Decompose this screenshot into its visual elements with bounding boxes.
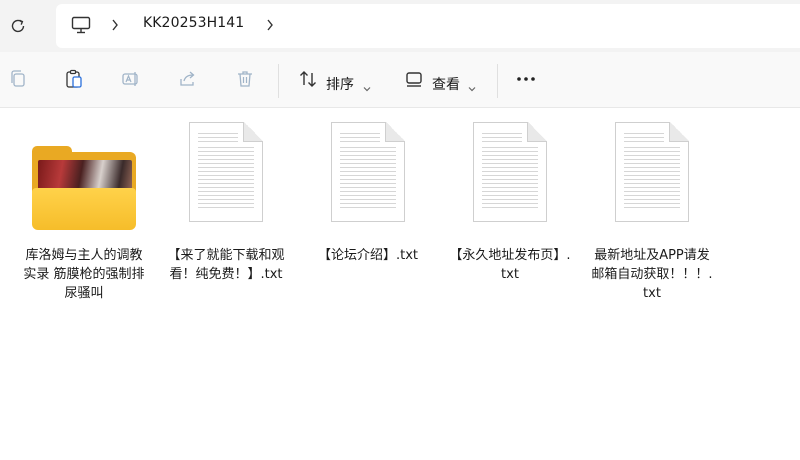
file-name: 【论坛介绍】.txt xyxy=(317,248,419,263)
delete-button[interactable] xyxy=(233,67,257,91)
share-button[interactable] xyxy=(176,67,200,91)
copy-icon xyxy=(11,70,25,87)
view-dropdown-chevron-icon[interactable] xyxy=(467,78,477,92)
paste-icon xyxy=(66,69,82,88)
sort-label[interactable]: 排序 xyxy=(326,74,354,94)
file-name: 最新地址及APP请发邮箱自动获取！！！.txt xyxy=(591,248,713,301)
this-pc-icon[interactable] xyxy=(70,14,92,36)
file-item[interactable]: 最新地址及APP请发邮箱自动获取！！！.txt xyxy=(590,122,714,312)
file-list: 库洛姆与主人的调教实录 筋膜枪的强制排尿骚叫 【来了就能下载和观看！纯免费！】.… xyxy=(0,108,800,460)
view-icon xyxy=(406,72,422,87)
toolbar-divider xyxy=(497,64,498,98)
file-name: 【永久地址发布页】.txt xyxy=(449,248,571,282)
copy-button[interactable] xyxy=(6,67,30,91)
breadcrumb-current-folder[interactable]: KK20253H141 xyxy=(143,15,244,31)
view-label[interactable]: 查看 xyxy=(432,74,460,94)
more-options-button[interactable] xyxy=(514,67,538,91)
paste-button[interactable] xyxy=(62,67,86,91)
trash-icon xyxy=(238,71,252,87)
rename-button[interactable] xyxy=(119,67,143,91)
text-file-icon xyxy=(189,122,263,222)
view-button[interactable] xyxy=(402,67,426,91)
refresh-icon xyxy=(11,19,25,33)
text-file-icon xyxy=(331,122,405,222)
refresh-button[interactable] xyxy=(6,14,30,38)
sort-button[interactable] xyxy=(296,67,320,91)
text-file-icon xyxy=(615,122,689,222)
file-name: 【来了就能下载和观看！纯免费！】.txt xyxy=(167,248,285,282)
file-item[interactable]: 【永久地址发布页】.txt xyxy=(448,122,572,312)
file-item[interactable]: 【来了就能下载和观看！纯免费！】.txt xyxy=(164,122,288,312)
folder-icon xyxy=(32,146,136,230)
sort-dropdown-chevron-icon[interactable] xyxy=(362,78,372,92)
address-bar-area: KK20253H141 xyxy=(0,0,800,52)
folder-item[interactable]: 库洛姆与主人的调教实录 筋膜枪的强制排尿骚叫 xyxy=(22,122,146,312)
toolbar-divider xyxy=(278,64,279,98)
sort-icon xyxy=(300,71,316,87)
text-file-icon xyxy=(473,122,547,222)
share-icon xyxy=(180,71,195,86)
file-item[interactable]: 【论坛介绍】.txt xyxy=(306,122,430,312)
breadcrumb-chevron-icon[interactable] xyxy=(263,16,277,34)
more-icon xyxy=(517,77,535,81)
command-bar: 排序 查看 xyxy=(0,52,800,108)
file-name: 库洛姆与主人的调教实录 筋膜枪的强制排尿骚叫 xyxy=(23,248,145,301)
rename-icon xyxy=(122,72,138,86)
breadcrumb-chevron-icon[interactable] xyxy=(108,16,122,34)
